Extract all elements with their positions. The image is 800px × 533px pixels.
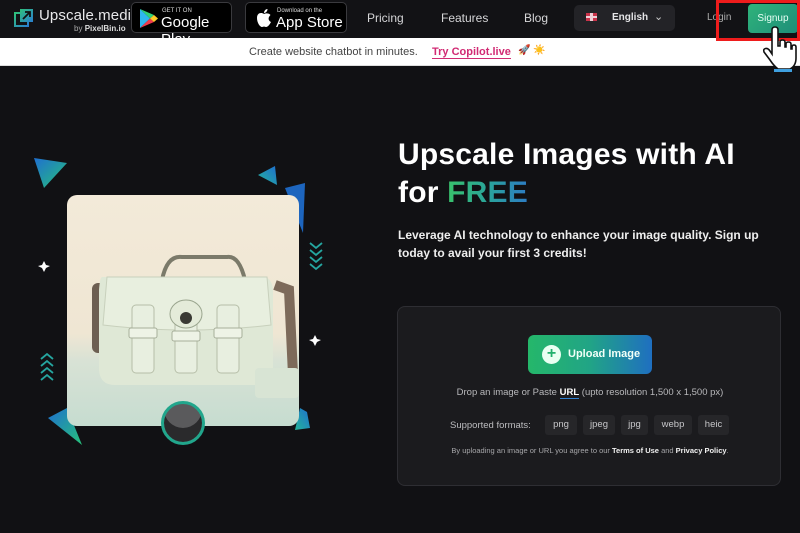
format-chip-webp: webp [654, 415, 692, 435]
format-chip-png: png [545, 415, 577, 435]
paste-url-link[interactable]: URL [559, 387, 580, 399]
upload-image-label: Upload Image [568, 348, 641, 360]
terms-and: and [658, 446, 676, 455]
triangle-decoration [34, 158, 67, 188]
privacy-policy-link[interactable]: Privacy Policy [676, 446, 727, 455]
bag-illustration [92, 254, 299, 398]
plus-icon: + [542, 345, 561, 364]
hero-title-free: FREE [447, 176, 528, 209]
drop-prefix: Drop an image or Paste [456, 387, 560, 398]
format-chip-heic: heic [698, 415, 729, 435]
drop-suffix: (upto resolution 1,500 x 1,500 px) [579, 387, 724, 398]
hero-title-prefix: for [398, 176, 448, 209]
sample-bag-image [67, 195, 299, 426]
drop-instructions: Drop an image or Paste URL (upto resolut… [398, 387, 782, 399]
compare-slider-handle[interactable] [161, 401, 205, 445]
format-chip-jpg: jpg [621, 415, 648, 435]
chevrons-up-decoration [40, 352, 54, 381]
formats-label: Supported formats: [450, 420, 531, 431]
hero-title-line1: Upscale Images with AI [398, 138, 735, 171]
upload-dropzone[interactable]: + Upload Image Drop an image or Paste UR… [397, 306, 781, 486]
hand-pointer-cursor-icon [762, 26, 797, 72]
chevrons-down-decoration [309, 242, 323, 271]
hero-title-line2: for FREE [398, 174, 735, 212]
terms-notice: By uploading an image or URL you agree t… [398, 446, 782, 455]
hero-subtitle: Leverage AI technology to enhance your i… [398, 228, 759, 260]
triangle-decoration [258, 166, 277, 185]
terms-prefix: By uploading an image or URL you agree t… [451, 446, 613, 455]
upload-image-button[interactable]: + Upload Image [528, 335, 652, 374]
terms-suffix: . [726, 446, 729, 455]
hero-title: Upscale Images with AI for FREE [398, 136, 735, 212]
terms-of-use-link[interactable]: Terms of Use [612, 446, 659, 455]
format-chip-jpeg: jpeg [583, 415, 615, 435]
